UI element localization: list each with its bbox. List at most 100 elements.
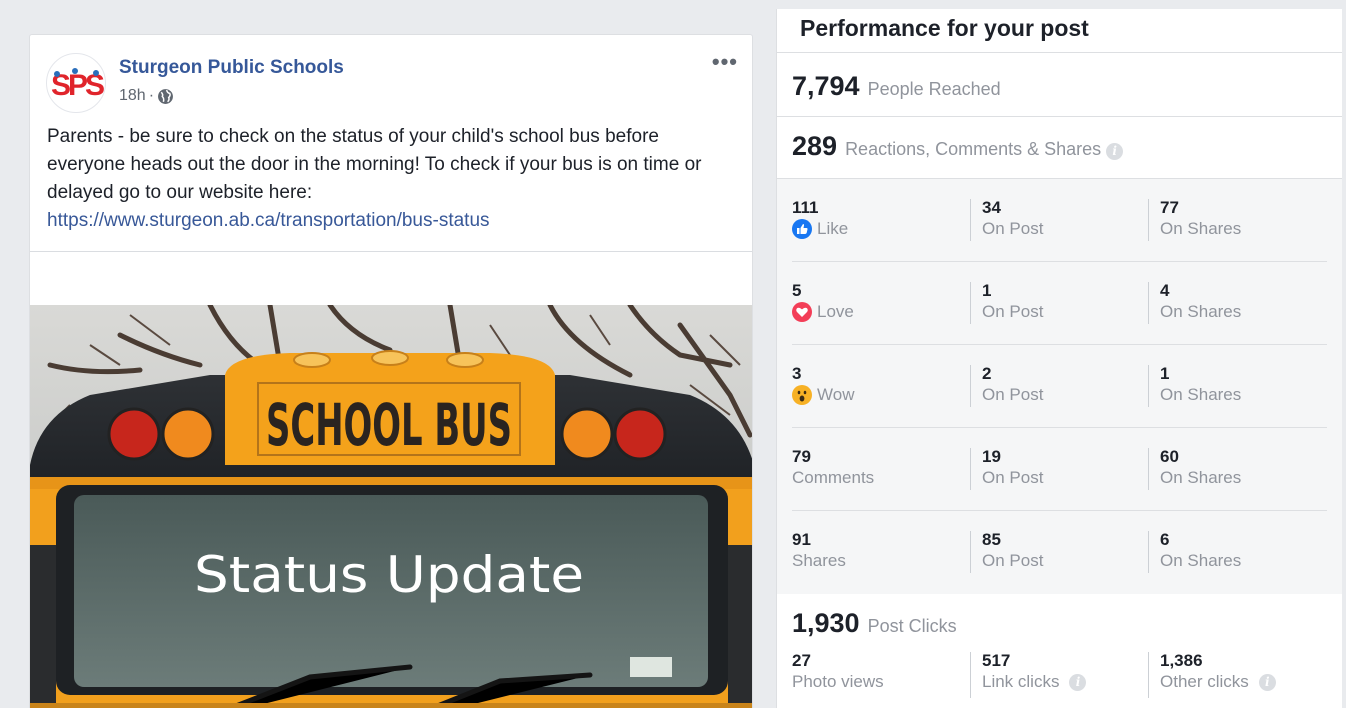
love-on-post-cell: 1 On Post [970, 282, 1148, 324]
shares-on-shares-label: On Shares [1160, 551, 1242, 570]
link-clicks-cell: 517 Link clicks i [970, 652, 1148, 698]
comments-label: Comments [792, 468, 875, 487]
love-label-wrap: Love [792, 300, 970, 324]
panel-title: Performance for your post [777, 9, 1342, 53]
wow-on-post: 2 [982, 364, 992, 383]
link-clicks-info-icon[interactable]: i [1069, 673, 1087, 691]
like-on-post-label: On Post [982, 219, 1044, 238]
wow-total-cell: 3 Wow [792, 365, 970, 427]
love-on-shares: 4 [1160, 281, 1170, 300]
post-divider [30, 251, 752, 252]
love-on-shares-cell: 4 On Shares [1148, 282, 1326, 324]
people-reached-row: 7,794 People Reached [777, 53, 1342, 117]
love-on-post: 1 [982, 281, 992, 300]
performance-panel: Performance for your post 7,794 People R… [776, 9, 1342, 708]
like-on-post-cell: 34 On Post [970, 199, 1148, 241]
reactions-breakdown: 111 Like 34 On Post 77 On Shares 5 Love … [777, 179, 1342, 594]
wow-label-wrap: Wow [792, 383, 970, 407]
reactions-value: 289 [792, 131, 838, 161]
post-clicks-value: 1,930 [792, 608, 860, 638]
other-clicks-label: Other clicks [1160, 672, 1249, 691]
shares-on-shares: 6 [1160, 530, 1170, 549]
post-time[interactable]: 18h [119, 87, 146, 105]
other-clicks-cell: 1,386 Other clicks i [1148, 652, 1326, 698]
like-icon [792, 219, 812, 239]
post-header: SPS Sturgeon Public Schools 18h · ••• [46, 51, 740, 113]
shares-on-post-label: On Post [982, 551, 1044, 570]
other-clicks-label-wrap: Other clicks i [1160, 670, 1326, 694]
breakdown-row-love: 5 Love 1 On Post 4 On Shares [792, 262, 1327, 345]
shares-on-post-cell: 85 On Post [970, 531, 1148, 573]
breakdown-row-comments: 79 Comments 19 On Post 60 On Shares [792, 428, 1327, 511]
clicks-breakdown: 27 Photo views 517 Link clicks i 1,386 O… [777, 652, 1342, 708]
info-icon[interactable]: i [1106, 143, 1124, 160]
breakdown-row-wow: 3 Wow 2 On Post 1 On Shares [792, 345, 1327, 428]
love-total-cell: 5 Love [792, 282, 970, 344]
wow-icon [792, 385, 812, 405]
page-name-link[interactable]: Sturgeon Public Schools [119, 57, 344, 79]
like-on-shares: 77 [1160, 198, 1179, 217]
like-on-shares-label: On Shares [1160, 219, 1242, 238]
shares-on-shares-cell: 6 On Shares [1148, 531, 1326, 573]
like-label-wrap: Like [792, 217, 970, 241]
like-on-post: 34 [982, 198, 1001, 217]
comments-on-shares-cell: 60 On Shares [1148, 448, 1326, 490]
post-card: SPS Sturgeon Public Schools 18h · ••• Pa… [29, 34, 753, 708]
photo-views-label: Photo views [792, 672, 884, 691]
meta-separator: · [148, 87, 155, 104]
link-clicks-value: 517 [982, 651, 1011, 670]
like-on-shares-cell: 77 On Shares [1148, 199, 1326, 241]
wow-on-shares-label: On Shares [1160, 385, 1242, 404]
reactions-row: 289 Reactions, Comments & Shares i [777, 117, 1342, 179]
reactions-label: Reactions, Comments & Shares [845, 139, 1102, 159]
other-clicks-value: 1,386 [1160, 651, 1203, 670]
comments-on-shares-label: On Shares [1160, 468, 1242, 487]
sps-logo: SPS [51, 68, 104, 102]
post-text: Parents - be sure to check on the status… [47, 123, 739, 235]
shares-total: 91 [792, 530, 811, 549]
wow-on-shares-cell: 1 On Shares [1148, 365, 1326, 407]
post-clicks-row: 1,930 Post Clicks [777, 594, 1342, 652]
post-meta: 18h · [119, 87, 174, 105]
more-options-button[interactable]: ••• [712, 51, 738, 73]
school-bus-image: SCHOOL BUS Status Update [30, 305, 752, 708]
post-image[interactable]: SCHOOL BUS Status Update [30, 305, 752, 708]
comments-on-post: 19 [982, 447, 1001, 466]
shares-on-post: 85 [982, 530, 1001, 549]
love-icon [792, 302, 812, 322]
like-total-cell: 111 Like [792, 199, 970, 261]
post-link[interactable]: https://www.sturgeon.ab.ca/transportatio… [47, 207, 739, 235]
globe-icon[interactable] [157, 88, 174, 105]
status-update-overlay: Status Update [194, 546, 584, 604]
photo-views-value: 27 [792, 651, 811, 670]
wow-on-shares: 1 [1160, 364, 1170, 383]
love-total: 5 [792, 281, 802, 300]
comments-total-cell: 79 Comments [792, 448, 970, 510]
love-label: Love [817, 302, 854, 321]
wow-on-post-label: On Post [982, 385, 1044, 404]
comments-on-post-cell: 19 On Post [970, 448, 1148, 490]
like-total: 111 [792, 198, 819, 217]
comments-on-post-label: On Post [982, 468, 1044, 487]
post-clicks-label: Post Clicks [867, 616, 957, 636]
shares-total-cell: 91 Shares [792, 531, 970, 594]
link-clicks-label: Link clicks [982, 672, 1060, 691]
shares-label: Shares [792, 551, 846, 570]
breakdown-row-shares: 91 Shares 85 On Post 6 On Shares [792, 511, 1327, 594]
breakdown-row-like: 111 Like 34 On Post 77 On Shares [792, 179, 1327, 262]
people-reached-label: People Reached [867, 79, 1001, 99]
comments-on-shares: 60 [1160, 447, 1179, 466]
other-clicks-info-icon[interactable]: i [1258, 673, 1276, 691]
love-on-shares-label: On Shares [1160, 302, 1242, 321]
page-avatar[interactable]: SPS [46, 53, 106, 113]
people-reached-value: 7,794 [792, 71, 860, 101]
post-message: Parents - be sure to check on the status… [47, 126, 702, 203]
wow-total: 3 [792, 364, 802, 383]
bus-sign-text: SCHOOL BUS [266, 391, 512, 459]
link-clicks-label-wrap: Link clicks i [982, 670, 1148, 694]
photo-views-cell: 27 Photo views [792, 652, 970, 708]
wow-on-post-cell: 2 On Post [970, 365, 1148, 407]
like-label: Like [817, 219, 849, 238]
comments-total: 79 [792, 447, 811, 466]
wow-label: Wow [817, 385, 855, 404]
